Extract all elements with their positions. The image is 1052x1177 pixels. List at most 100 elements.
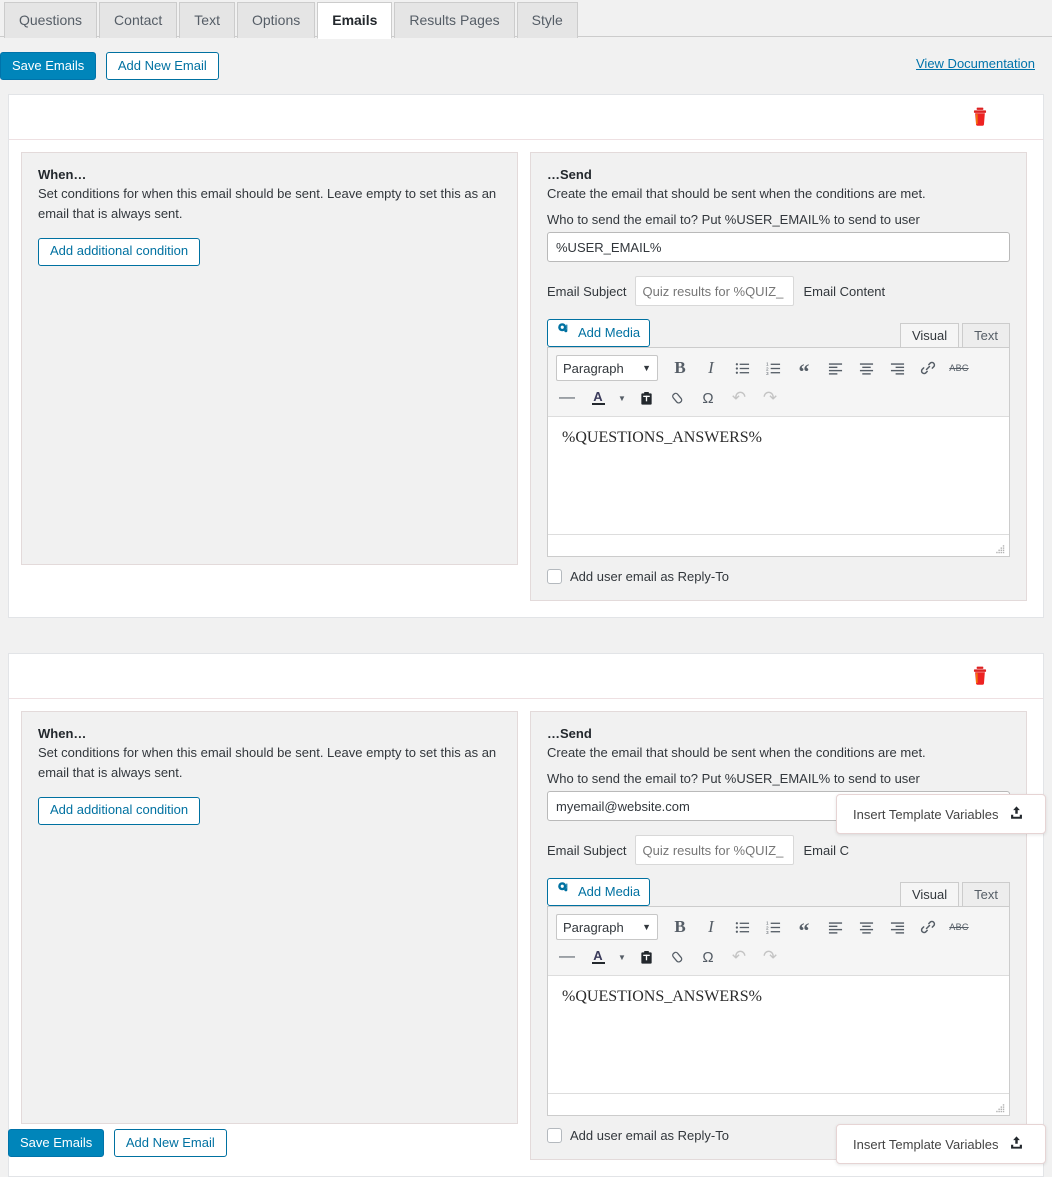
align-left-icon[interactable] — [820, 913, 850, 941]
subject-row: Email Subject Email C — [547, 835, 1010, 865]
tab-style[interactable]: Style — [516, 2, 578, 38]
subject-label: Email Subject — [547, 283, 627, 299]
text-color-icon[interactable]: A — [583, 384, 613, 412]
align-right-icon[interactable] — [882, 913, 912, 941]
special-character-icon[interactable]: Ω — [693, 384, 723, 412]
send-title: …Send — [547, 726, 592, 741]
trash-icon[interactable] — [969, 665, 991, 687]
text-color-dropdown-icon[interactable]: ▼ — [614, 384, 630, 412]
save-emails-button[interactable]: Save Emails — [0, 52, 97, 80]
editor-tab-text[interactable]: Text — [962, 882, 1010, 906]
recipient-label: Who to send the email to? Put %USER_EMAI… — [547, 771, 920, 786]
italic-icon[interactable]: I — [696, 354, 726, 382]
content-label: Email C — [803, 842, 849, 858]
editor-tab-visual[interactable]: Visual — [899, 323, 960, 347]
clear-formatting-icon[interactable] — [662, 384, 692, 412]
add-new-email-button[interactable]: Add New Email — [113, 1129, 227, 1157]
link-icon[interactable] — [913, 354, 943, 382]
subject-input[interactable] — [635, 276, 795, 306]
editor-content[interactable]: %QUESTIONS_ANSWERS% — [548, 417, 1009, 534]
strikethrough-icon[interactable]: ABC — [944, 354, 974, 382]
paste-as-text-icon[interactable] — [631, 943, 661, 971]
undo-icon[interactable]: ↶ — [724, 384, 754, 412]
tab-options[interactable]: Options — [236, 2, 316, 38]
when-panel: When… Set conditions for when this email… — [21, 152, 518, 565]
text-color-icon[interactable]: A — [583, 943, 613, 971]
editor-tab-visual[interactable]: Visual — [899, 882, 960, 906]
editor-top-bar: Add Media Visual Text — [547, 875, 1010, 906]
insert-template-variables-button[interactable]: Insert Template Variables — [836, 794, 1046, 834]
subject-row: Email Subject Email Content — [547, 276, 1010, 306]
tab-results-pages[interactable]: Results Pages — [394, 2, 515, 38]
reply-to-checkbox[interactable] — [547, 569, 562, 584]
tab-contact[interactable]: Contact — [99, 2, 178, 38]
card-separator — [0, 640, 1052, 653]
editor-tab-text[interactable]: Text — [962, 323, 1010, 347]
resize-handle-icon[interactable] — [994, 542, 1006, 554]
bulleted-list-icon[interactable] — [727, 913, 757, 941]
recipient-label: Who to send the email to? Put %USER_EMAI… — [547, 212, 920, 227]
strikethrough-icon[interactable]: ABC — [944, 913, 974, 941]
horizontal-rule-icon[interactable]: — — [552, 384, 582, 412]
align-center-icon[interactable] — [851, 354, 881, 382]
editor-content[interactable]: %QUESTIONS_ANSWERS% — [548, 976, 1009, 1093]
italic-icon[interactable]: I — [696, 913, 726, 941]
add-media-button[interactable]: Add Media — [547, 319, 651, 347]
bold-icon[interactable]: B — [665, 913, 695, 941]
add-additional-condition-button[interactable]: Add additional condition — [38, 797, 201, 825]
editor-toolbar-row-2: — A ▼ Ω ↶ ↷ — [552, 942, 1005, 972]
editor-mode-tabs: Visual Text — [897, 323, 1010, 347]
view-documentation-link[interactable]: View Documentation — [916, 56, 1035, 71]
add-additional-condition-button[interactable]: Add additional condition — [38, 238, 201, 266]
resize-handle-icon[interactable] — [994, 1101, 1006, 1113]
reply-to-row: Add user email as Reply-To — [547, 569, 1010, 584]
save-emails-button[interactable]: Save Emails — [8, 1129, 105, 1157]
insert-template-variables-button[interactable]: Insert Template Variables — [836, 1124, 1046, 1164]
align-right-icon[interactable] — [882, 354, 912, 382]
email-card: When… Set conditions for when this email… — [8, 94, 1044, 618]
editor: Add Media Visual Text Paragraph ▼ B I 1 … — [547, 875, 1010, 1143]
blockquote-icon[interactable]: “ — [789, 350, 819, 386]
numbered-list-icon[interactable]: 123 — [758, 354, 788, 382]
chevron-down-icon: ▼ — [642, 363, 651, 373]
when-panel: When… Set conditions for when this email… — [21, 711, 518, 1124]
editor-statusbar — [548, 1093, 1009, 1115]
special-character-icon[interactable]: Ω — [693, 943, 723, 971]
editor-toolbar-row-1: Paragraph ▼ B I 123 “ ABC — [552, 353, 1005, 383]
clear-formatting-icon[interactable] — [662, 943, 692, 971]
bulleted-list-icon[interactable] — [727, 354, 757, 382]
format-select[interactable]: Paragraph ▼ — [556, 355, 658, 381]
redo-icon[interactable]: ↷ — [755, 943, 785, 971]
horizontal-rule-icon[interactable]: — — [552, 943, 582, 971]
editor-top-bar: Add Media Visual Text — [547, 316, 1010, 347]
add-media-button[interactable]: Add Media — [547, 878, 651, 906]
top-action-bar: Save Emails Add New Email View Documenta… — [0, 37, 1052, 94]
paste-as-text-icon[interactable] — [631, 384, 661, 412]
blockquote-icon[interactable]: “ — [789, 909, 819, 945]
editor-toolbar-row-1: Paragraph ▼ B I 123 “ ABC — [552, 912, 1005, 942]
editor: Add Media Visual Text Paragraph ▼ B I 1 … — [547, 316, 1010, 584]
tab-questions[interactable]: Questions — [4, 2, 98, 38]
insert-template-variables-label: Insert Template Variables — [853, 806, 999, 822]
align-left-icon[interactable] — [820, 354, 850, 382]
tab-emails[interactable]: Emails — [317, 2, 393, 39]
numbered-list-icon[interactable]: 123 — [758, 913, 788, 941]
format-select-value: Paragraph — [563, 919, 624, 935]
editor-mode-tabs: Visual Text — [897, 882, 1010, 906]
when-title: When… — [38, 726, 87, 741]
when-title: When… — [38, 167, 87, 182]
link-icon[interactable] — [913, 913, 943, 941]
trash-icon[interactable] — [969, 106, 991, 128]
undo-icon[interactable]: ↶ — [724, 943, 754, 971]
subject-input[interactable] — [635, 835, 795, 865]
text-color-dropdown-icon[interactable]: ▼ — [614, 943, 630, 971]
tab-text[interactable]: Text — [179, 2, 235, 38]
redo-icon[interactable]: ↷ — [755, 384, 785, 412]
email-card-body: When… Set conditions for when this email… — [9, 699, 1043, 1176]
align-center-icon[interactable] — [851, 913, 881, 941]
format-select[interactable]: Paragraph ▼ — [556, 914, 658, 940]
bold-icon[interactable]: B — [665, 354, 695, 382]
when-description: Set conditions for when this email shoul… — [38, 186, 497, 221]
recipient-input[interactable] — [547, 232, 1010, 262]
add-new-email-button[interactable]: Add New Email — [105, 52, 219, 80]
